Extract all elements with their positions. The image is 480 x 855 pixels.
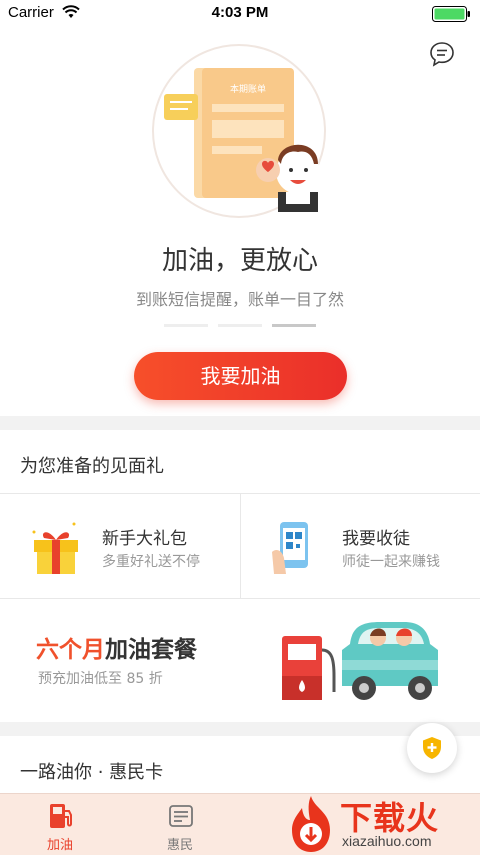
message-icon[interactable] (428, 40, 456, 68)
promo-subtitle: 预充加油低至 85 折 (38, 671, 163, 687)
gift-subtitle: 多重好礼送不停 (102, 554, 200, 570)
watermark-url: xiazaihuo.com (342, 833, 432, 849)
refuel-button[interactable]: 我要加油 (134, 352, 347, 400)
newbie-gift-card[interactable]: 新手大礼包 多重好礼送不停 (0, 494, 240, 598)
shield-plus-icon (423, 737, 441, 759)
watermark: 下载火 xiazaihuo.com (282, 793, 480, 855)
tab-benefit[interactable]: 惠民 (120, 794, 240, 855)
tab-label: 加油 (46, 838, 73, 853)
tab-refuel[interactable]: 加油 (0, 794, 120, 855)
bill-illustration: 本期账单 (152, 44, 326, 218)
fuel-pump-icon (50, 804, 72, 828)
battery-icon (432, 6, 470, 22)
bill-label: 本期账单 (230, 83, 266, 95)
floating-shield-button[interactable] (407, 723, 457, 773)
carousel-dot[interactable] (218, 324, 262, 327)
gifts-title: 为您准备的见面礼 (20, 456, 164, 477)
hero-subline: 到账短信提醒，账单一目了然 (135, 290, 344, 309)
phone-qr-icon (272, 522, 308, 574)
promo-title-rest: 加油套餐 (105, 637, 197, 663)
carousel-dot-active[interactable] (272, 324, 316, 327)
tab-label: 惠民 (166, 838, 193, 853)
flame-logo-icon (292, 796, 330, 852)
hero-section: 本期账单 加油，更放心 到账短信提醒，账单一目了然 我要加油 (0, 28, 480, 416)
status-time: 4:03 PM (211, 4, 269, 21)
card-icon (169, 805, 193, 827)
promo-title-highlight: 六个月 (36, 637, 105, 663)
carousel-indicator (164, 324, 316, 327)
recruit-subtitle: 师徒一起来赚钱 (342, 554, 440, 570)
recruit-title: 我要收徒 (342, 529, 410, 549)
gift-box-icon (32, 522, 78, 574)
car-fuel-illustration[interactable] (280, 616, 440, 704)
hero-headline: 加油，更放心 (161, 246, 318, 276)
card-section-title: 一路油你 · 惠民卡 (20, 762, 164, 783)
status-bar: Carrier 4:03 PM (0, 0, 480, 28)
carousel-dot[interactable] (164, 324, 208, 327)
gifts-section: 为您准备的见面礼 新手大礼包 多重好礼送不停 我要收徒 师徒一起来赚钱 六个月加… (0, 430, 480, 722)
promo-title[interactable]: 六个月加油套餐 (36, 630, 197, 664)
gift-title: 新手大礼包 (102, 529, 187, 549)
recruit-card[interactable]: 我要收徒 师徒一起来赚钱 (240, 494, 480, 598)
divider (0, 598, 480, 599)
